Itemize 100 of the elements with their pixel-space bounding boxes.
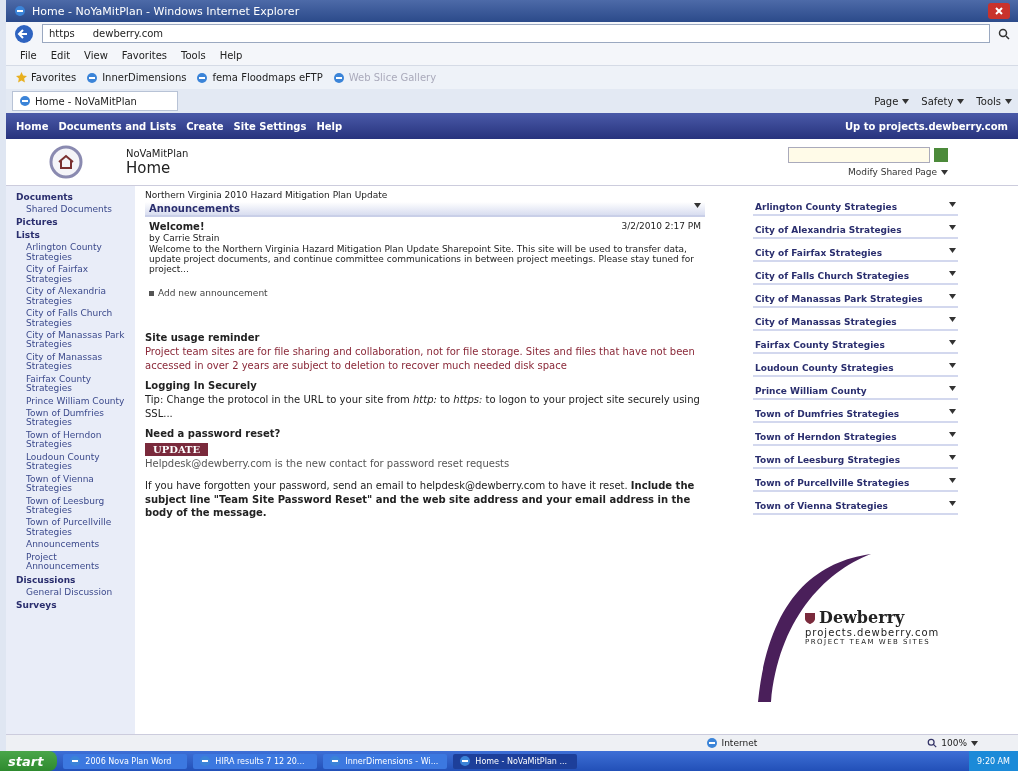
nav-link[interactable]: Town of Leesburg Strategies (16, 496, 131, 516)
command-button[interactable]: Safety (921, 95, 965, 107)
announcement-title[interactable]: Welcome! (149, 221, 205, 232)
menu-item[interactable]: File (20, 49, 37, 61)
command-button[interactable]: Page (874, 95, 910, 107)
web-part-header[interactable]: City of Alexandria Strategies (753, 223, 958, 239)
nav-link[interactable]: Shared Documents (16, 205, 131, 215)
nav-link[interactable]: General Discussion (16, 587, 131, 597)
command-button[interactable]: Tools (976, 95, 1012, 107)
close-button[interactable] (988, 3, 1010, 19)
caret-icon (949, 248, 956, 253)
menu-item[interactable]: View (84, 49, 108, 61)
caret-icon (949, 478, 956, 483)
nav-link[interactable]: City of Fairfax Strategies (16, 265, 131, 285)
nav-link[interactable]: Help (316, 120, 343, 132)
browser-tab[interactable]: Home - NoVaMitPlan (12, 91, 178, 111)
web-part-header[interactable]: Town of Leesburg Strategies (753, 453, 958, 469)
zoom-control[interactable]: 100% (927, 738, 978, 748)
nav-heading[interactable]: Discussions (16, 574, 131, 585)
web-part-header: Announcements (145, 202, 705, 217)
taskbar-button[interactable]: Home - NoVaMitPlan ... (453, 753, 578, 769)
zone-text: Internet (721, 738, 758, 748)
caret-icon (949, 340, 956, 345)
reminder-text: Project team sites are for file sharing and collaboration, not for file storage. Sites and files that have not been accessed in over 2 years are subject to deletion to recover much needed disk space (145, 345, 696, 372)
search-field[interactable] (788, 147, 930, 163)
web-part-header[interactable]: City of Fairfax Strategies (753, 246, 958, 262)
web-part-header[interactable]: Town of Herndon Strategies (753, 430, 958, 446)
address-field[interactable]: https dewberry.com (42, 24, 990, 43)
page-title: Home (126, 158, 172, 177)
nav-link[interactable]: Loudoun County Strategies (16, 452, 131, 472)
caret-icon (949, 409, 956, 414)
reset-instructions: If you have forgotten your password, send an email to helpdesk@dewberry.com to have it reset. Include the subject line "Team Site Password Reset" and the web site address and your email address in the body of the message. (145, 479, 696, 520)
web-part-header[interactable]: Arlington County Strategies (753, 200, 958, 216)
web-part-header[interactable]: Town of Dumfries Strategies (753, 407, 958, 423)
clock-text: 9:20 AM (977, 756, 1010, 766)
web-part-header[interactable]: Loudoun County Strategies (753, 361, 958, 377)
web-part-header[interactable]: Prince William County (753, 384, 958, 400)
back-button[interactable] (14, 23, 34, 44)
nav-link[interactable]: Announcements (16, 540, 131, 550)
up-link[interactable]: Up to projects.dewberry.com (844, 120, 1008, 132)
web-part-header[interactable]: City of Manassas Strategies (753, 315, 958, 331)
star-icon (16, 72, 27, 83)
announcement-body: Welcome to the Northern Virginia Hazard Mitigation Plan Update Sharepoint Site. This site will be used to transfer data, update project documents, and continue committee communications in between project meetings. Please stay tuned for project... (149, 244, 695, 274)
nav-heading[interactable]: Pictures (16, 217, 131, 228)
nav-link[interactable]: Town of Dumfries Strategies (16, 409, 131, 428)
contact-text: Helpdesk@dewberry.com is the new contact for password reset requests (145, 458, 511, 469)
menu-item[interactable]: Edit (50, 49, 71, 61)
web-part-header[interactable]: Fairfax County Strategies (753, 338, 958, 354)
nav-link[interactable]: Arlington County Strategies (16, 243, 131, 263)
page-heading: Northern Virginia 2010 Hazard Mitigation Plan Update (145, 190, 389, 200)
close-icon (995, 7, 1003, 15)
nav-link[interactable]: City of Manassas Strategies (16, 352, 131, 372)
caret-icon (949, 501, 956, 506)
favorites-link[interactable]: fema Floodmaps eFTP (196, 71, 323, 84)
web-part-header[interactable]: City of Falls Church Strategies (753, 269, 958, 285)
taskbar-button[interactable]: InnerDimensions - Wi... (323, 753, 448, 769)
web-part-header[interactable]: Town of Vienna Strategies (753, 499, 958, 515)
nav-link[interactable]: Documents and Lists (58, 120, 177, 132)
nav-link[interactable]: Create (186, 120, 224, 132)
caret-icon (971, 740, 978, 746)
announcement-author: by Carrie Strain (149, 233, 221, 243)
taskbar-button[interactable]: 2006 Nova Plan Word (63, 753, 188, 769)
caret-icon (949, 294, 956, 299)
nav-link[interactable]: Town of Purcellville Strategies (16, 518, 131, 538)
search-icon[interactable] (998, 27, 1010, 40)
start-button[interactable]: start (0, 751, 58, 771)
web-part-header[interactable]: City of Manassas Park Strategies (753, 292, 958, 308)
magnifier-icon (927, 738, 938, 748)
home-icon (49, 145, 83, 179)
window-title: Home - NoYaMitPlan - Windows Internet Explorer (32, 4, 300, 18)
announcement-date: 3/2/2010 2:17 PM (621, 221, 701, 232)
favorites-button[interactable]: Favorites (16, 72, 77, 83)
menu-item[interactable]: Help (219, 49, 243, 61)
nav-link[interactable]: City of Alexandria Strategies (16, 287, 131, 307)
web-part-header[interactable]: Town of Purcellville Strategies (753, 476, 958, 492)
nav-link[interactable]: Town of Vienna Strategies (16, 474, 131, 494)
taskbar-button[interactable]: HIRA results 7 12 20... (193, 753, 318, 769)
caret-icon (941, 169, 948, 175)
caret-icon (694, 203, 701, 208)
menu-item[interactable]: Favorites (121, 49, 167, 61)
nav-link[interactable]: Fairfax County Strategies (16, 374, 131, 394)
nav-link[interactable]: City of Falls Church Strategies (16, 309, 131, 328)
favorites-link[interactable]: InnerDimensions (86, 71, 187, 84)
nav-link[interactable]: Site Settings (233, 120, 307, 132)
caret-icon (949, 363, 956, 368)
menu-item[interactable]: Tools (181, 49, 206, 61)
nav-link[interactable]: Home (16, 120, 49, 132)
shield-icon (805, 611, 815, 624)
nav-heading[interactable]: Documents (16, 192, 131, 202)
nav-link[interactable]: Project Announcements (16, 552, 131, 572)
modify-page-link[interactable]: Modify Shared Page (848, 167, 937, 177)
nav-link[interactable]: Prince William County (16, 396, 131, 406)
nav-heading[interactable]: Surveys (16, 600, 131, 610)
brand-url: projects.dewberry.com (805, 627, 940, 638)
nav-link[interactable]: City of Manassas Park Strategies (16, 330, 131, 350)
nav-link[interactable]: Town of Herndon Strategies (16, 430, 131, 450)
caret-icon (949, 317, 956, 322)
add-announcement-link[interactable]: Add new announcement (158, 288, 268, 298)
brand-name: Dewberry (819, 608, 905, 627)
nav-heading[interactable]: Lists (16, 230, 131, 241)
